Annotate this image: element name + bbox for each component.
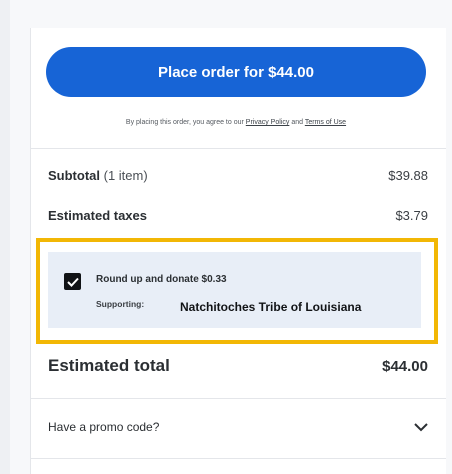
chevron-down-icon[interactable] <box>414 422 428 432</box>
subtotal-title: Subtotal <box>48 168 100 183</box>
supporting-label: Supporting: <box>96 299 145 309</box>
divider <box>30 148 446 149</box>
supported-organization: Natchitoches Tribe of Louisiana <box>164 290 419 324</box>
estimated-total-label: Estimated total <box>48 356 170 375</box>
subtotal-label: Subtotal (1 item) <box>48 168 148 183</box>
subtotal-item-count: (1 item) <box>103 168 148 183</box>
promo-code-label: Have a promo code? <box>48 420 160 434</box>
taxes-row: Estimated taxes $3.79 <box>48 208 428 223</box>
agreement-prefix: By placing this order, you agree to our <box>125 119 244 126</box>
agreement-and: and <box>291 119 303 126</box>
agreement-text: By placing this order, you agree to our … <box>46 119 426 126</box>
donate-checkbox[interactable] <box>64 273 81 290</box>
place-order-button[interactable]: Place order for $44.00 <box>46 47 426 97</box>
terms-of-use-link[interactable]: Terms of Use <box>305 119 346 126</box>
privacy-policy-link[interactable]: Privacy Policy <box>246 119 290 126</box>
promo-code-toggle[interactable]: Have a promo code? <box>48 420 428 434</box>
divider <box>30 398 446 399</box>
subtotal-value: $39.88 <box>388 168 428 183</box>
subtotal-row: Subtotal (1 item) $39.88 <box>48 168 428 183</box>
checkmark-icon <box>66 277 79 287</box>
estimated-total-row: Estimated total $44.00 <box>48 356 428 376</box>
estimated-total-value: $44.00 <box>382 357 428 375</box>
taxes-value: $3.79 <box>395 208 428 223</box>
donation-title: Round up and donate $0.33 <box>96 274 227 285</box>
divider <box>30 458 446 459</box>
taxes-label: Estimated taxes <box>48 208 147 223</box>
